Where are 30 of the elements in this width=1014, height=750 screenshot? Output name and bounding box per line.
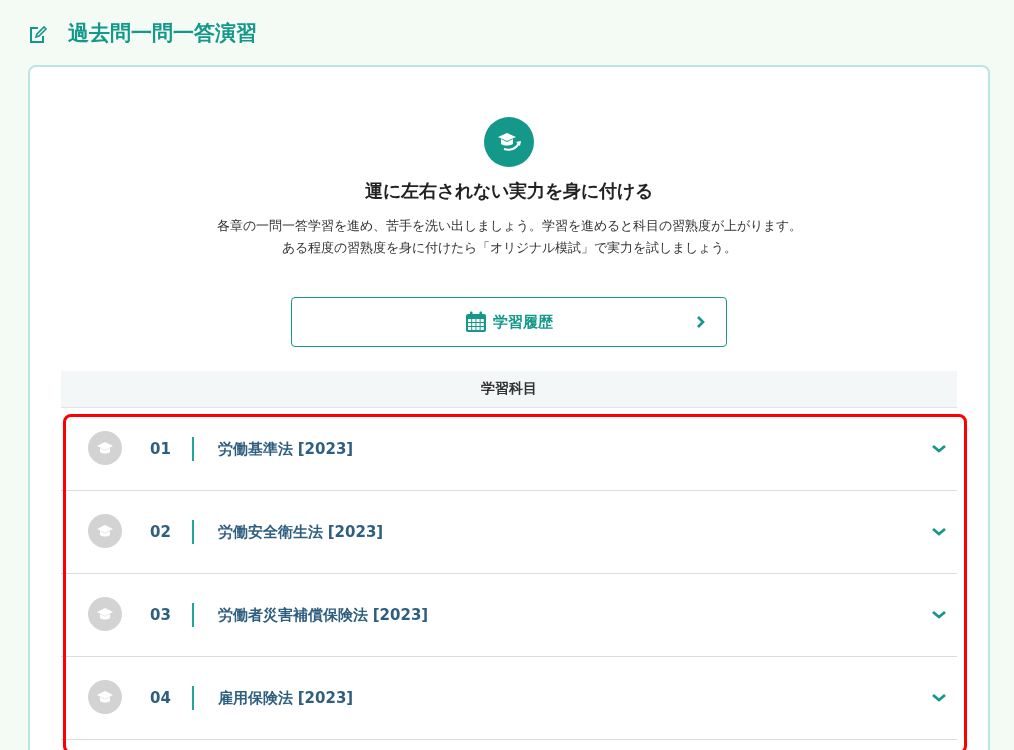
subject-name: 労働者災害補償保険法 [2023] — [217, 605, 430, 625]
chevron-right-icon — [696, 315, 706, 329]
calendar-icon — [465, 311, 487, 333]
graduation-cap-icon — [88, 514, 122, 548]
subject-row[interactable]: 02 労働安全衛生法 [2023] — [61, 491, 957, 574]
subject-number: 01 — [150, 440, 172, 458]
subject-number: 02 — [150, 523, 172, 541]
graduation-cap-icon — [484, 117, 534, 167]
subject-name: 労働基準法 [2023] — [217, 439, 355, 459]
graduation-cap-icon — [88, 597, 122, 631]
subject-name: 労働安全衛生法 [2023] — [217, 522, 385, 542]
subject-row[interactable]: 01 労働基準法 [2023] — [61, 408, 957, 491]
study-history-button[interactable]: 学習履歴 — [291, 297, 727, 347]
edit-icon — [28, 24, 48, 45]
graduation-cap-icon — [88, 431, 122, 465]
intro-text: ある程度の習熟度を身に付けたら「オリジナル模試」で実力を試しましょう。 — [281, 239, 737, 257]
graduation-cap-icon — [88, 680, 122, 714]
intro-text: 各章の一問一答学習を進め、苦手を洗い出しましょう。学習を進めると科目の習熟度が上がります。 — [216, 217, 802, 235]
page-title: 過去問一問一答演習 — [68, 19, 257, 47]
subject-name: 雇用保険法 [2023] — [217, 688, 355, 708]
subject-row[interactable]: 03 労働者災害補償保険法 [2023] — [61, 574, 957, 657]
subject-row[interactable]: 04 雇用保険法 [2023] — [61, 657, 957, 740]
chevron-down-icon — [931, 527, 947, 537]
subjects-header: 学習科目 — [61, 371, 957, 408]
chevron-down-icon — [931, 444, 947, 454]
chevron-down-icon — [931, 610, 947, 620]
intro-heading: 運に左右されない実力を身に付ける — [365, 179, 653, 203]
subject-number: 03 — [150, 606, 172, 624]
subject-number: 04 — [150, 689, 172, 707]
chevron-down-icon — [931, 693, 947, 703]
